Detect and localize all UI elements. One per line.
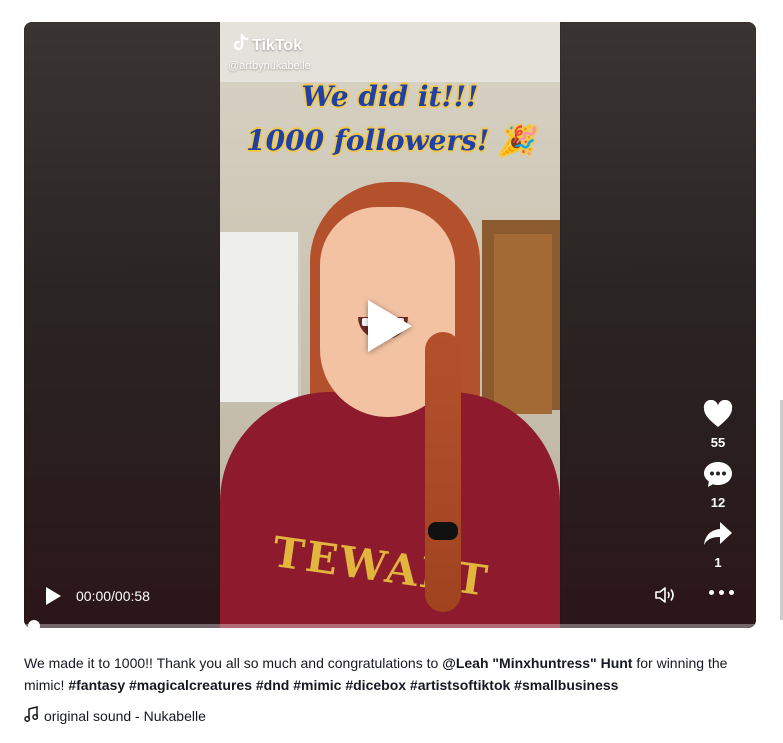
comment-icon[interactable] xyxy=(703,460,733,493)
play-icon[interactable] xyxy=(368,300,412,352)
caption-text: We made it to 1000!! Thank you all so mu… xyxy=(24,655,443,671)
tiktok-brand: TikTok xyxy=(232,33,303,57)
play-button[interactable] xyxy=(46,587,61,605)
blurred-backdrop-left xyxy=(24,22,220,628)
playback-controls: 00:00/00:58 xyxy=(24,580,756,610)
video-braid-tie xyxy=(428,522,458,540)
tiktok-brand-label: TikTok xyxy=(252,36,303,54)
video-braid xyxy=(425,332,461,612)
music-note-icon xyxy=(24,706,39,725)
video-wood-door-panel xyxy=(494,234,552,414)
like-count: 55 xyxy=(710,435,726,450)
video-overlay-line1: We did it!!! xyxy=(301,80,479,113)
sound-label: original sound - Nukabelle xyxy=(44,707,206,724)
caption-mention[interactable]: @Leah "Minxhuntress" Hunt xyxy=(442,655,632,671)
comment-button[interactable]: 12 xyxy=(703,460,733,510)
share-icon[interactable] xyxy=(703,520,733,553)
share-button[interactable]: 1 xyxy=(703,520,733,570)
video-handle: @artbynukabelle xyxy=(228,60,311,72)
caption-hashtags[interactable]: #fantasy #magicalcreatures #dnd #mimic #… xyxy=(68,677,618,693)
video-overlay-line2: 1000 followers! 🎉 xyxy=(246,124,534,157)
sound-link[interactable]: original sound - Nukabelle xyxy=(24,706,206,725)
video-caption: We made it to 1000!! Thank you all so mu… xyxy=(24,652,759,696)
action-rail: 55 12 1 xyxy=(698,399,738,580)
comment-count: 12 xyxy=(710,495,726,510)
progress-bar[interactable] xyxy=(24,620,756,628)
video-frame[interactable]: TEWART TikTok @artbynukabelle We did it!… xyxy=(220,22,560,628)
heart-icon[interactable] xyxy=(703,399,733,433)
video-white-door xyxy=(220,232,301,402)
video-player[interactable]: TEWART TikTok @artbynukabelle We did it!… xyxy=(24,22,756,628)
time-display: 00:00/00:58 xyxy=(76,588,150,604)
share-count: 1 xyxy=(714,555,722,570)
progress-knob[interactable] xyxy=(28,620,40,628)
like-button[interactable]: 55 xyxy=(703,399,733,450)
tiktok-logo-icon xyxy=(232,33,249,57)
more-icon[interactable] xyxy=(709,590,734,595)
volume-icon[interactable] xyxy=(654,586,676,609)
